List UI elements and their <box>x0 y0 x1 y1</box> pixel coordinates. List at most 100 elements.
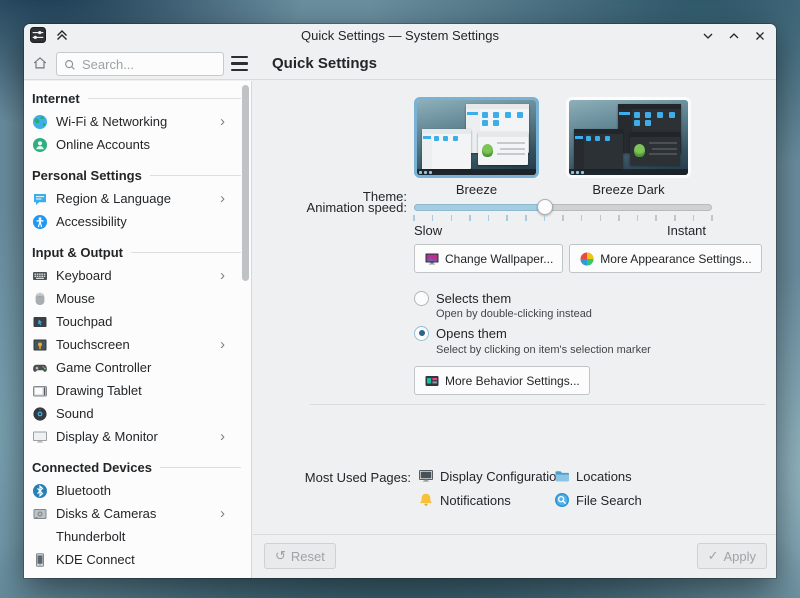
sound-icon <box>32 406 48 422</box>
most-used-page-label: Notifications <box>440 493 511 508</box>
sidebar-item-wi-fi-networking[interactable]: Wi-Fi & Networking› <box>24 110 251 133</box>
sidebar-item-touchpad[interactable]: Touchpad <box>24 310 251 333</box>
reset-button[interactable]: ↺Reset <box>264 543 336 569</box>
mouse-icon <box>32 291 48 307</box>
slider-min-label: Slow <box>414 223 442 238</box>
sidebar-section-header-personal-settings: Personal Settings <box>24 163 251 187</box>
section-label: Personal Settings <box>32 168 142 183</box>
sidebar-item-accessibility[interactable]: Accessibility <box>24 210 251 233</box>
keyboard-icon <box>32 268 48 284</box>
sidebar-item-sound[interactable]: Sound <box>24 402 251 425</box>
radio-selected-icon[interactable] <box>414 326 429 341</box>
search-input[interactable] <box>82 57 217 72</box>
most-used-label: Most Used Pages: <box>253 470 411 485</box>
sidebar-item-region-language[interactable]: Region & Language› <box>24 187 251 210</box>
minimize-button[interactable] <box>700 28 716 44</box>
system-settings-window: Quick Settings — System Settings Quick S… <box>24 24 776 578</box>
region-language-icon <box>32 191 48 207</box>
most-used-page-notifications[interactable]: Notifications <box>418 492 554 508</box>
theme-option-breeze-dark[interactable]: Breeze Dark <box>566 97 691 197</box>
sidebar-item-game-controller[interactable]: Game Controller <box>24 356 251 379</box>
slider-handle[interactable] <box>537 199 553 215</box>
chevron-right-icon: › <box>220 114 225 129</box>
mini-taskbar <box>569 169 688 175</box>
most-used-page-locations[interactable]: Locations <box>554 468 642 484</box>
check-icon: ✓ <box>708 548 719 564</box>
section-separator <box>310 404 766 405</box>
most-used-page-display-configuration[interactable]: Display Configuration <box>418 468 554 484</box>
section-divider <box>150 175 241 176</box>
close-button[interactable] <box>752 28 768 44</box>
sidebar-item-label: Accessibility <box>56 214 127 229</box>
disks-cameras-icon <box>32 506 48 522</box>
drawing-tablet-icon <box>32 383 48 399</box>
notifications-icon <box>418 492 434 508</box>
appearance-buttons: Change Wallpaper...More Appearance Setti… <box>414 244 762 273</box>
sidebar-item-label: Drawing Tablet <box>56 383 142 398</box>
sidebar-item-label: Disks & Cameras <box>56 506 156 521</box>
sidebar-list: Internet Wi-Fi & Networking› Online Accoun… <box>24 81 251 571</box>
theme-name-label: Breeze Dark <box>566 182 691 197</box>
sidebar-item-label: Sound <box>56 406 94 421</box>
slider-fill <box>414 204 545 211</box>
sidebar-item-display-monitor[interactable]: Display & Monitor› <box>24 425 251 448</box>
change-wallpaper-button[interactable]: Change Wallpaper... <box>414 244 563 273</box>
most-used-page-label: File Search <box>576 493 642 508</box>
theme-preview-breeze[interactable] <box>414 97 539 178</box>
mini-taskbar <box>417 169 536 175</box>
mini-dialog <box>630 132 680 165</box>
section-divider <box>88 98 241 99</box>
menu-icon[interactable] <box>231 56 248 71</box>
footer: ↺Reset ✓Apply <box>253 534 776 578</box>
maximize-button[interactable] <box>726 28 742 44</box>
display-monitor-icon <box>32 429 48 445</box>
sidebar-item-label: Keyboard <box>56 268 112 283</box>
sidebar-item-touchscreen[interactable]: Touchscreen› <box>24 333 251 356</box>
radio-option-opens-them[interactable]: Opens them <box>414 325 507 341</box>
most-used-grid: Display Configuration Locations Notificati… <box>418 468 642 508</box>
most-used-page-label: Locations <box>576 469 632 484</box>
sidebar-item-keyboard[interactable]: Keyboard› <box>24 264 251 287</box>
radio-description: Open by double-clicking instead <box>436 308 592 320</box>
apply-button[interactable]: ✓Apply <box>697 543 767 569</box>
theme-preview-breeze-dark[interactable] <box>566 97 691 178</box>
sidebar-section-header-connected-devices: Connected Devices <box>24 455 251 479</box>
home-icon[interactable] <box>32 55 48 71</box>
radio-description: Select by clicking on item's selection m… <box>436 344 651 356</box>
search-icon <box>63 57 77 71</box>
section-divider <box>160 467 241 468</box>
sidebar-item-label: Touchscreen <box>56 337 130 352</box>
section-divider <box>131 252 241 253</box>
sidebar-scrollbar[interactable] <box>242 85 249 281</box>
touchscreen-icon <box>32 337 48 353</box>
section-label: Internet <box>32 91 80 106</box>
sidebar-item-label: Online Accounts <box>56 137 150 152</box>
mini-window <box>422 129 471 169</box>
most-used-page-file-search[interactable]: File Search <box>554 492 642 508</box>
titlebar[interactable]: Quick Settings — System Settings <box>24 24 776 48</box>
accessibility-icon <box>32 214 48 230</box>
sidebar-item-kde-connect[interactable]: KDE Connect <box>24 548 251 571</box>
search-field[interactable] <box>56 52 224 76</box>
theme-option-breeze[interactable]: Breeze <box>414 97 539 197</box>
sidebar-item-mouse[interactable]: Mouse <box>24 287 251 310</box>
touchpad-icon <box>32 314 48 330</box>
chevron-right-icon: › <box>220 429 225 444</box>
radio-unselected-icon[interactable] <box>414 291 429 306</box>
radio-option-selects-them[interactable]: Selects them <box>414 290 511 306</box>
sidebar-item-bluetooth[interactable]: Bluetooth <box>24 479 251 502</box>
sidebar-item-thunderbolt[interactable]: Thunderbolt <box>24 525 251 548</box>
sidebar-item-online-accounts[interactable]: Online Accounts <box>24 133 251 156</box>
animation-speed-slider[interactable] <box>414 199 712 215</box>
theme-options: Breeze Breeze Dark <box>414 97 691 197</box>
sidebar-item-disks-cameras[interactable]: Disks & Cameras› <box>24 502 251 525</box>
sidebar-item-drawing-tablet[interactable]: Drawing Tablet <box>24 379 251 402</box>
online-accounts-icon <box>32 137 48 153</box>
button-label: More Behavior Settings... <box>445 374 580 388</box>
radio-label: Selects them <box>436 291 511 306</box>
sidebar-item-label: KDE Connect <box>56 552 135 567</box>
quick-settings-page: Theme: BreezeBreeze Dark Animation speed… <box>253 81 776 578</box>
desktop-wallpaper: { "window": { "title": "Quick Settings —… <box>0 0 800 598</box>
more-appearance-settings-button[interactable]: More Appearance Settings... <box>569 244 761 273</box>
more-behavior-settings-button[interactable]: More Behavior Settings... <box>414 366 590 395</box>
